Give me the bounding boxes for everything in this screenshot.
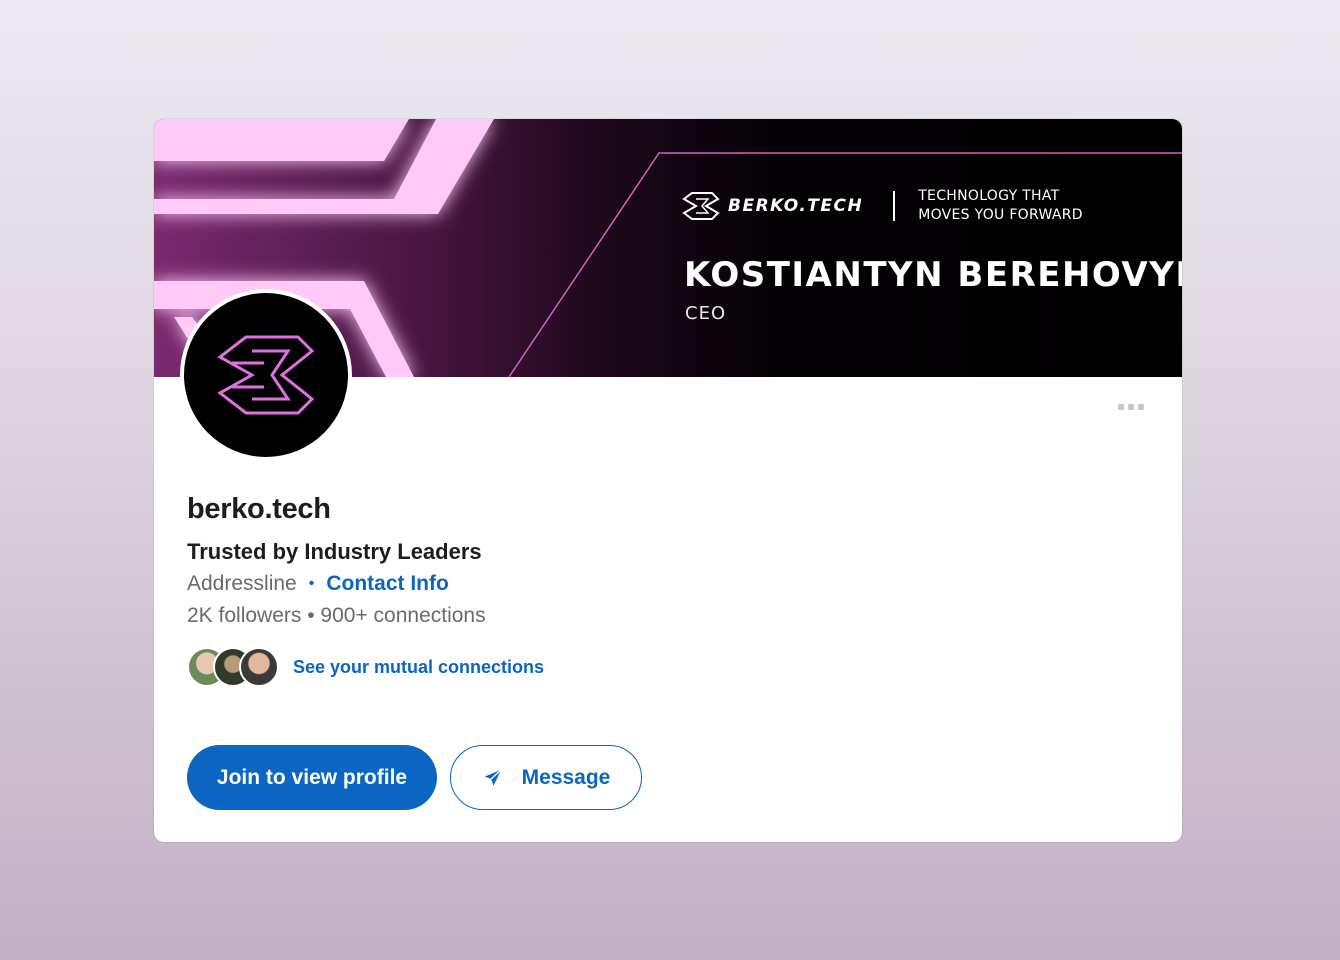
message-button-label: Message	[521, 765, 611, 789]
location-separator: •	[308, 575, 315, 592]
profile-stats: 2K followers • 900+ connections	[187, 604, 486, 627]
berko-logo-icon	[217, 335, 315, 415]
profile-card: BERKO.TECH TECHNOLOGY THAT MOVES YOU FOR…	[154, 119, 1182, 842]
banner-person-role: CEO	[685, 303, 727, 324]
brand-row: BERKO.TECH TECHNOLOGY THAT MOVES YOU FOR…	[682, 188, 1108, 223]
profile-headline: Trusted by Industry Leaders	[187, 539, 482, 564]
contact-info-link[interactable]: Contact Info	[326, 572, 448, 596]
berko-logo-icon	[682, 192, 720, 220]
brand-logo: BERKO.TECH	[682, 191, 863, 221]
company-avatar[interactable]	[180, 289, 352, 461]
more-dot	[1128, 404, 1134, 410]
mutual-avatars	[187, 647, 281, 687]
more-dot	[1118, 404, 1124, 410]
brand-name: BERKO.TECH	[728, 196, 864, 216]
brand-divider	[893, 191, 896, 221]
more-options-icon[interactable]	[1116, 402, 1146, 412]
message-button[interactable]: Message	[450, 745, 642, 810]
mutual-avatar	[239, 647, 279, 687]
avatar-logo-circle	[184, 293, 348, 457]
location-text: Addressline	[187, 572, 297, 595]
banner-person-name: KOSTIANTYN BEREHOVYI	[684, 255, 1182, 295]
send-icon	[484, 768, 502, 786]
join-to-view-profile-button[interactable]: Join to view profile	[187, 745, 437, 810]
more-dot	[1138, 404, 1144, 410]
company-name: berko.tech	[187, 493, 331, 525]
location-row: Addressline • Contact Info	[187, 572, 449, 596]
brand-tagline: TECHNOLOGY THAT MOVES YOU FORWARD	[918, 188, 1083, 223]
mutual-connections-row[interactable]: See your mutual connections	[187, 647, 544, 687]
mutual-connections-link[interactable]: See your mutual connections	[293, 657, 544, 678]
